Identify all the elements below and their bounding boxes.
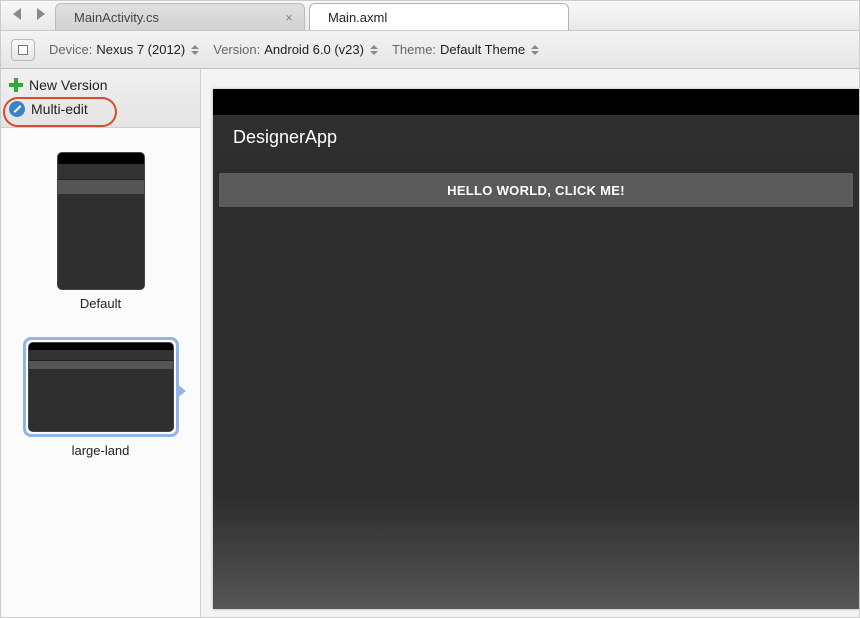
chevron-updown-icon bbox=[191, 45, 199, 55]
chevron-updown-icon bbox=[370, 45, 378, 55]
design-canvas[interactable]: DesignerApp HELLO WORLD, CLICK ME! bbox=[201, 69, 859, 617]
layout-thumb-default[interactable]: Default bbox=[57, 152, 145, 311]
thumb-label: Default bbox=[80, 296, 121, 311]
thumb-selection bbox=[23, 337, 179, 437]
thumb-preview bbox=[28, 342, 174, 432]
sidebar-header: New Version Multi-edit bbox=[1, 69, 200, 128]
square-icon bbox=[18, 45, 28, 55]
multi-edit-button[interactable]: Multi-edit bbox=[9, 97, 192, 121]
tab-main-axml[interactable]: Main.axml bbox=[309, 3, 569, 30]
designer-toolbar: Device: Nexus 7 (2012) Version: Android … bbox=[1, 31, 859, 69]
thumb-label: large-land bbox=[72, 443, 130, 458]
version-selector[interactable]: Version: Android 6.0 (v23) bbox=[213, 42, 378, 57]
main-area: New Version Multi-edit Default bbox=[1, 69, 859, 617]
theme-value: Default Theme bbox=[440, 42, 525, 57]
button-text: HELLO WORLD, CLICK ME! bbox=[447, 183, 625, 198]
device-content: HELLO WORLD, CLICK ME! bbox=[213, 159, 859, 609]
nav-forward-icon[interactable] bbox=[37, 8, 45, 20]
alt-layouts-sidebar: New Version Multi-edit Default bbox=[1, 69, 201, 617]
theme-selector[interactable]: Theme: Default Theme bbox=[392, 42, 539, 57]
nav-arrows bbox=[7, 1, 55, 30]
tab-strip: MainActivity.cs × Main.axml bbox=[1, 1, 859, 31]
device-value: Nexus 7 (2012) bbox=[96, 42, 185, 57]
theme-label: Theme: bbox=[392, 42, 436, 57]
device-selector[interactable]: Device: Nexus 7 (2012) bbox=[49, 42, 199, 57]
version-value: Android 6.0 (v23) bbox=[264, 42, 364, 57]
pencil-icon bbox=[9, 101, 25, 117]
multi-edit-label: Multi-edit bbox=[31, 101, 88, 117]
thumb-preview bbox=[57, 152, 145, 290]
chevron-updown-icon bbox=[531, 45, 539, 55]
tab-label: MainActivity.cs bbox=[74, 10, 159, 25]
new-version-button[interactable]: New Version bbox=[9, 73, 192, 97]
layout-thumb-large-land[interactable]: large-land bbox=[23, 337, 179, 458]
nav-back-icon[interactable] bbox=[13, 8, 21, 20]
device-statusbar bbox=[213, 89, 859, 115]
device-label: Device: bbox=[49, 42, 92, 57]
version-label: Version: bbox=[213, 42, 260, 57]
layout-mode-button[interactable] bbox=[11, 39, 35, 61]
sidebar-content: Default large-land bbox=[1, 128, 200, 617]
plus-icon bbox=[9, 78, 23, 92]
close-icon[interactable]: × bbox=[282, 10, 296, 24]
tab-mainactivity[interactable]: MainActivity.cs × bbox=[55, 3, 305, 30]
app-title: DesignerApp bbox=[233, 127, 337, 148]
hello-world-button[interactable]: HELLO WORLD, CLICK ME! bbox=[219, 173, 853, 207]
device-frame: DesignerApp HELLO WORLD, CLICK ME! bbox=[213, 89, 859, 609]
tab-label: Main.axml bbox=[328, 10, 387, 25]
new-version-label: New Version bbox=[29, 77, 108, 93]
device-titlebar: DesignerApp bbox=[213, 115, 859, 159]
